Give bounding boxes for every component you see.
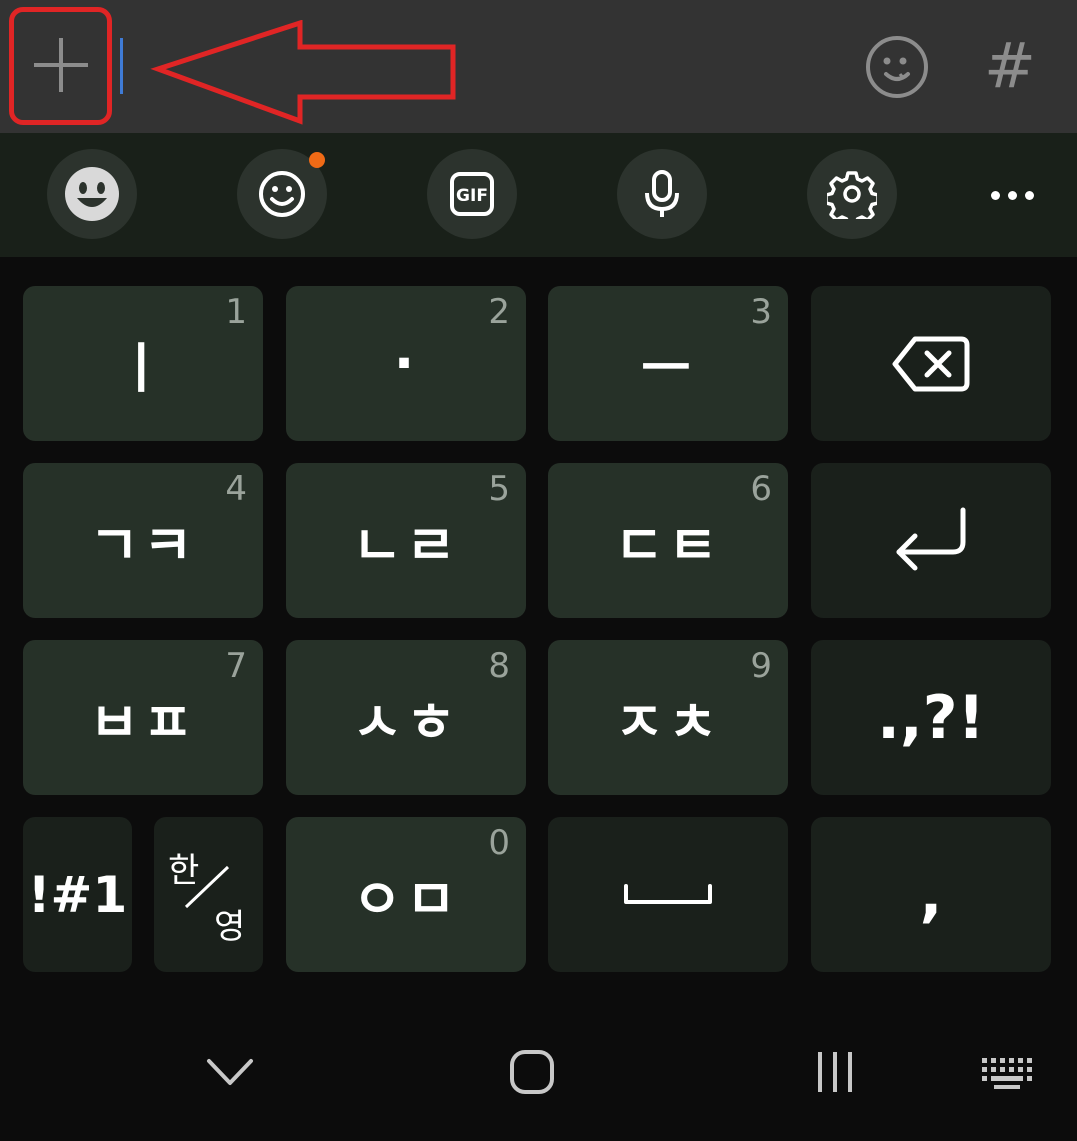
sticker-tab-button[interactable] [237, 149, 327, 239]
key-number: 5 [488, 469, 510, 509]
enter-icon [896, 507, 966, 570]
keyboard-icon [982, 1058, 1032, 1089]
key-number: 6 [750, 469, 772, 509]
chevron-down-icon [207, 1059, 253, 1085]
key-number: 0 [488, 823, 510, 863]
hide-keyboard-button[interactable] [200, 1047, 260, 1097]
punctuation-key[interactable]: .,?! [811, 640, 1051, 795]
gear-icon [827, 171, 877, 219]
symbols-key[interactable]: !#1 [23, 817, 132, 972]
voice-input-button[interactable] [617, 149, 707, 239]
svg-text:GIF: GIF [456, 186, 488, 206]
key-label: ㄷㅌ [614, 514, 722, 577]
key-5[interactable]: ㄴㄹ 5 [286, 463, 526, 618]
emoji-button[interactable] [864, 34, 930, 100]
key-number: 2 [488, 292, 510, 332]
more-options-button[interactable] [982, 177, 1042, 213]
emoji-tab-button[interactable] [47, 149, 137, 239]
sticker-icon [259, 171, 305, 217]
key-number: 8 [488, 646, 510, 686]
red-arrow-annotation [150, 20, 456, 125]
key-label: ㅇㅁ [352, 868, 460, 931]
key-label: .,?! [877, 682, 985, 753]
home-button[interactable] [505, 1045, 559, 1099]
navigation-bar [0, 997, 1077, 1141]
key-6[interactable]: ㄷㅌ 6 [548, 463, 788, 618]
keypad: ㅣ 1 · 2 ㅡ 3 ㄱㅋ 4 ㄴㄹ 5 ㄷㅌ 6 ㅂㅍ 7 ㅅㅎ 8 ㅈㅊ … [0, 257, 1077, 997]
key-label: ㄴㄹ [352, 514, 460, 577]
key-9[interactable]: ㅈㅊ 9 [548, 640, 788, 795]
key-number: 3 [750, 292, 772, 332]
plus-icon [34, 38, 88, 92]
hashtag-button[interactable]: # [980, 28, 1040, 104]
key-label: ㄱㅋ [89, 514, 197, 577]
home-icon [510, 1050, 554, 1094]
gif-icon: GIF [450, 172, 494, 216]
comma-key[interactable]: , [811, 817, 1051, 972]
key-label: !#1 [27, 865, 128, 924]
key-label: ㅣ [116, 337, 170, 400]
key-label: ㅂㅍ [89, 691, 197, 754]
keyboard-toolbar: GIF [0, 133, 1077, 257]
key-1[interactable]: ㅣ 1 [23, 286, 263, 441]
key-4[interactable]: ㄱㅋ 4 [23, 463, 263, 618]
language-switch-key[interactable]: 한 영 [154, 817, 263, 972]
key-label: , [919, 859, 943, 930]
key-label: ㅅㅎ [352, 691, 460, 754]
key-number: 1 [225, 292, 247, 332]
key-number: 9 [750, 646, 772, 686]
input-bar: # [0, 0, 1077, 133]
keyboard-settings-button[interactable] [807, 149, 897, 239]
key-8[interactable]: ㅅㅎ 8 [286, 640, 526, 795]
key-label: ㅈㅊ [614, 691, 722, 754]
emoji-icon [65, 167, 119, 221]
enter-key[interactable] [811, 463, 1051, 618]
key-0[interactable]: ㅇㅁ 0 [286, 817, 526, 972]
add-attachment-button[interactable] [9, 7, 112, 125]
key-number: 4 [225, 469, 247, 509]
text-caret [120, 38, 123, 94]
more-icon [990, 190, 1000, 200]
key-7[interactable]: ㅂㅍ 7 [23, 640, 263, 795]
notification-dot [309, 152, 325, 168]
key-2[interactable]: · 2 [286, 286, 526, 441]
key-3[interactable]: ㅡ 3 [548, 286, 788, 441]
gif-tab-button[interactable]: GIF [427, 149, 517, 239]
smiley-face-icon [866, 36, 928, 98]
recent-apps-icon [818, 1052, 852, 1092]
keyboard-switch-button[interactable] [976, 1053, 1038, 1093]
space-icon [624, 883, 712, 904]
key-label: · [393, 332, 419, 395]
space-key[interactable] [548, 817, 788, 972]
key-label: ㅡ [641, 337, 695, 400]
backspace-icon [892, 336, 970, 391]
key-number: 7 [225, 646, 247, 686]
english-label: 영 [214, 907, 246, 947]
recent-apps-button[interactable] [805, 1045, 865, 1099]
backspace-key[interactable] [811, 286, 1051, 441]
microphone-icon [645, 170, 679, 217]
